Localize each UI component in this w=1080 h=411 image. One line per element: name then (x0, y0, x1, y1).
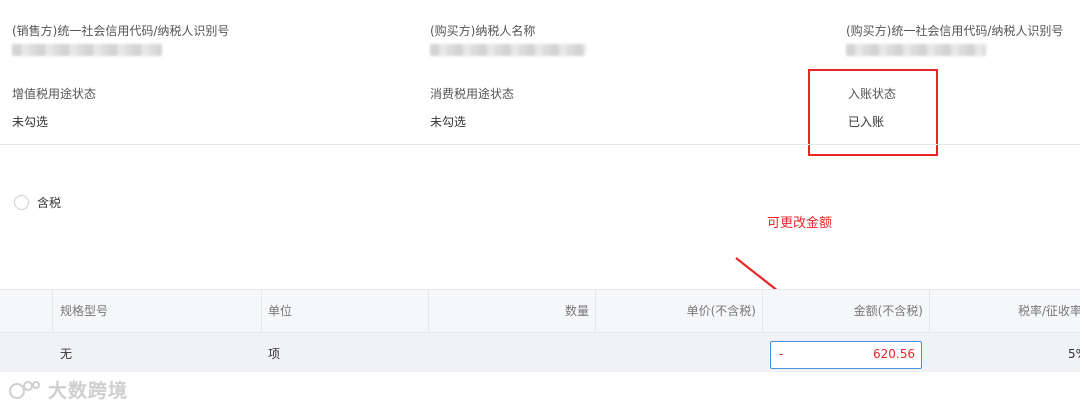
buyer-name-label: (购买方)纳税人名称 (430, 24, 536, 38)
brand-logo-icon (9, 380, 40, 399)
amount-value: 620.56 (873, 347, 915, 361)
seller-tax-id-redacted (12, 44, 162, 56)
tax-inclusive-option[interactable]: 含税 (14, 194, 61, 211)
column-header-unit-price: 单价(不含税) (686, 304, 756, 318)
consumption-tax-usage-value: 未勾选 (430, 115, 467, 129)
cell-unit-price (596, 333, 756, 372)
column-separator (929, 290, 930, 332)
column-header-spec: 规格型号 (60, 304, 109, 318)
column-header-quantity: 数量 (564, 304, 589, 318)
column-separator (261, 290, 262, 332)
section-divider (0, 144, 1080, 145)
column-header-tax-rate: 税率/征收率 (1018, 304, 1080, 318)
seller-tax-id-label: (销售方)统一社会信用代码/纳税人识别号 (12, 24, 230, 38)
cell-spec: 无 (60, 347, 73, 361)
buyer-tax-id-label: (购买方)统一社会信用代码/纳税人识别号 (846, 24, 1064, 38)
tax-inclusive-label: 含税 (37, 196, 62, 210)
column-header-amount: 金额(不含税) (853, 304, 923, 318)
consumption-tax-usage-label: 消费税用途状态 (430, 87, 515, 101)
watermark: 大数跨境 (8, 376, 128, 403)
column-header-unit: 单位 (268, 304, 293, 318)
vat-usage-value: 未勾选 (12, 115, 49, 129)
buyer-tax-id-redacted (846, 44, 986, 56)
radio-circle-icon[interactable] (14, 195, 29, 210)
watermark-text: 大数跨境 (48, 380, 129, 402)
table-header: 规格型号 单位 数量 单价(不含税) 金额(不含税) 税率/征收率 (0, 289, 1080, 333)
column-separator (52, 290, 53, 332)
cell-quantity (429, 333, 589, 372)
cell-tax-rate: 5% (1068, 347, 1080, 361)
cell-unit: 项 (268, 347, 281, 361)
amount-input[interactable]: - 620.56 (770, 341, 922, 369)
annotation-highlight-box (808, 69, 938, 156)
amount-sign: - (779, 347, 784, 361)
vat-usage-label: 增值税用途状态 (12, 87, 97, 101)
annotation-text: 可更改金额 (767, 216, 833, 231)
buyer-name-redacted (430, 44, 586, 56)
